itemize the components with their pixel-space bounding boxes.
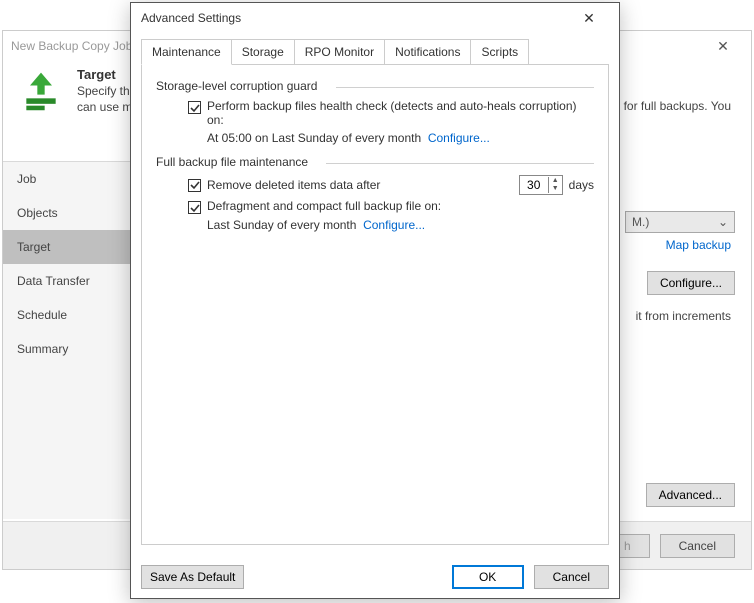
dialog-title: Advanced Settings: [141, 11, 569, 25]
defragment-schedule: Last Sunday of every month: [207, 218, 356, 232]
page-title: Target: [77, 67, 132, 82]
days-input[interactable]: [520, 176, 548, 194]
defragment-label: Defragment and compact full backup file …: [207, 199, 441, 213]
tabs: Maintenance Storage RPO Monitor Notifica…: [141, 39, 609, 65]
chevron-down-icon: ⌄: [718, 215, 728, 229]
tab-rpo-monitor[interactable]: RPO Monitor: [294, 39, 385, 65]
corruption-guard-group-label: Storage-level corruption guard: [156, 79, 594, 93]
health-check-label: Perform backup files health check (detec…: [207, 99, 594, 127]
sidebar-item-objects[interactable]: Objects: [3, 196, 132, 230]
page-description-right: for full backups. You: [624, 99, 731, 113]
save-as-default-button[interactable]: Save As Default: [141, 565, 244, 589]
tab-content: Storage-level corruption guard Perform b…: [141, 64, 609, 545]
sidebar-item-schedule[interactable]: Schedule: [3, 298, 132, 332]
spinner-down-icon[interactable]: ▼: [549, 185, 562, 193]
days-spinner[interactable]: ▲ ▼: [519, 175, 563, 195]
increments-text: it from increments: [636, 309, 731, 323]
sidebar-item-job[interactable]: Job: [3, 162, 132, 196]
remove-deleted-checkbox[interactable]: [188, 179, 201, 192]
tab-storage[interactable]: Storage: [231, 39, 295, 65]
remove-deleted-label: Remove deleted items data after: [207, 178, 380, 192]
health-check-checkbox[interactable]: [188, 101, 201, 114]
sidebar-item-target[interactable]: Target: [3, 230, 132, 264]
health-check-configure-link[interactable]: Configure...: [428, 131, 490, 145]
spinner-up-icon[interactable]: ▲: [549, 177, 562, 185]
map-backup-link[interactable]: Map backup: [666, 238, 731, 252]
full-backup-maintenance-group-label: Full backup file maintenance: [156, 155, 594, 169]
tab-scripts[interactable]: Scripts: [470, 39, 529, 65]
tab-maintenance[interactable]: Maintenance: [141, 39, 232, 65]
sidebar-item-data-transfer[interactable]: Data Transfer: [3, 264, 132, 298]
cancel-button[interactable]: Cancel: [660, 534, 735, 558]
sidebar-item-summary[interactable]: Summary: [3, 332, 132, 366]
defragment-checkbox[interactable]: [188, 201, 201, 214]
health-check-schedule: At 05:00 on Last Sunday of every month: [207, 131, 421, 145]
defragment-configure-link[interactable]: Configure...: [363, 218, 425, 232]
tab-notifications[interactable]: Notifications: [384, 39, 471, 65]
parent-close-icon[interactable]: ✕: [703, 38, 743, 55]
days-label: days: [569, 178, 594, 192]
wizard-sidebar: Job Objects Target Data Transfer Schedul…: [3, 161, 133, 519]
close-icon[interactable]: ✕: [569, 10, 609, 27]
page-description: Specify th: [77, 84, 132, 98]
advanced-settings-dialog: Advanced Settings ✕ Maintenance Storage …: [130, 2, 620, 599]
ok-button[interactable]: OK: [452, 565, 524, 589]
target-icon: [17, 67, 65, 115]
cancel-button[interactable]: Cancel: [534, 565, 609, 589]
advanced-button[interactable]: Advanced...: [646, 483, 735, 507]
repository-combo[interactable]: M.) ⌄: [625, 211, 735, 233]
configure-button[interactable]: Configure...: [647, 271, 735, 295]
